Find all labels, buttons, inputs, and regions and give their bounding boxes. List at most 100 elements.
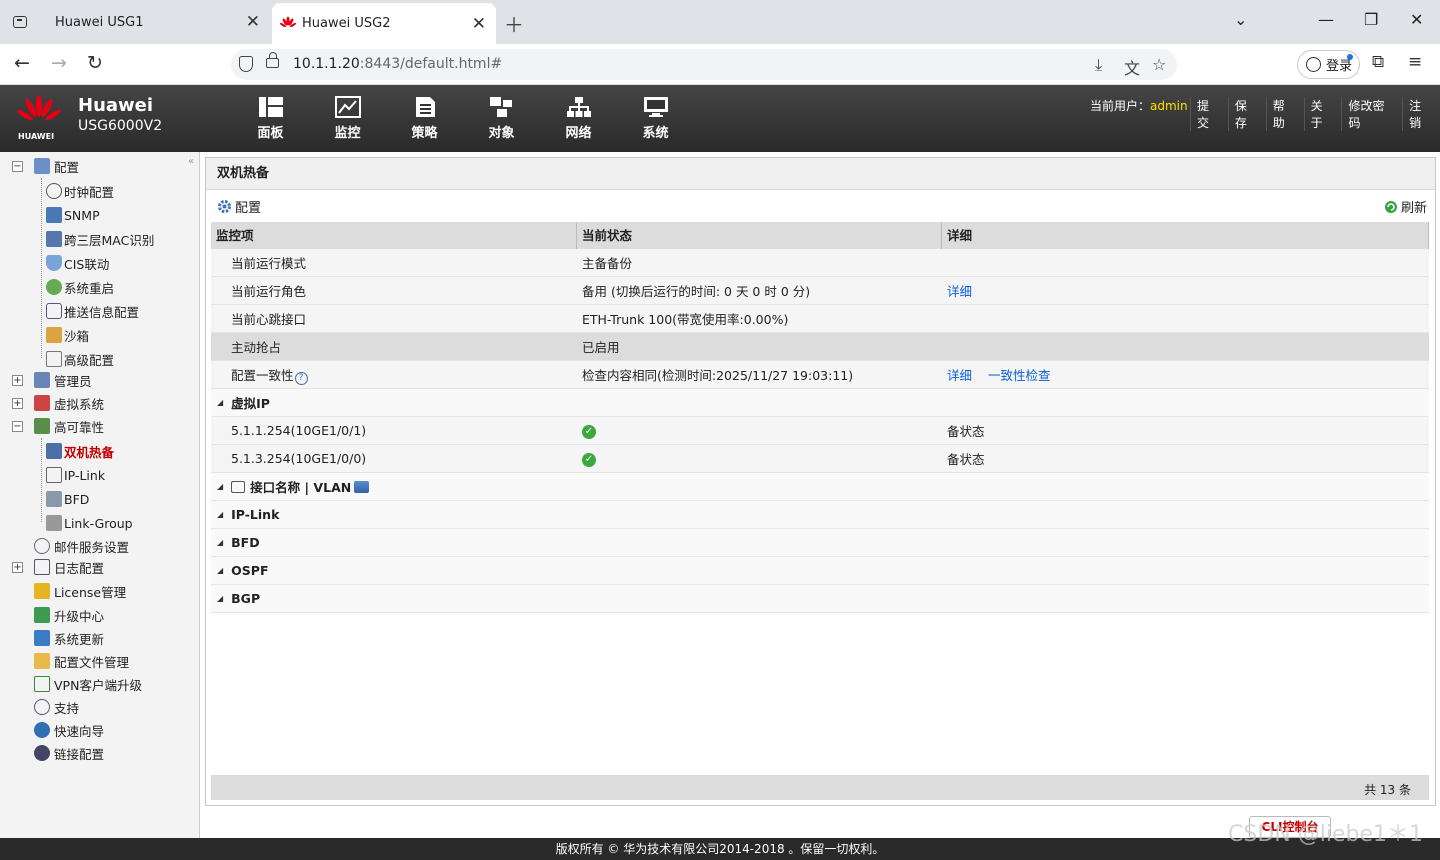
sidebar-item-mac-identify[interactable]: 跨三层MAC识别: [46, 228, 154, 250]
lock-icon[interactable]: [266, 52, 279, 68]
expand-vsys-toggle[interactable]: +: [12, 398, 23, 409]
sidebar-item-ip-link[interactable]: IP-Link: [46, 464, 105, 486]
logout-link[interactable]: 注销: [1402, 97, 1440, 131]
collapse-config-toggle[interactable]: −: [12, 161, 23, 172]
save-link[interactable]: 保存: [1227, 97, 1266, 131]
menu-icon[interactable]: ≡: [1408, 52, 1422, 72]
nav-system[interactable]: 系统: [617, 85, 694, 152]
sidebar-item-quick-wizard[interactable]: 快速向导: [34, 719, 104, 741]
refresh-button[interactable]: 刷新: [1384, 197, 1427, 216]
license-key-icon: [34, 583, 50, 599]
group-ospf[interactable]: ◢ OSPF: [211, 557, 1429, 585]
sidebar-item-config-files[interactable]: 配置文件管理: [34, 650, 129, 672]
vpn-client-icon: [34, 676, 50, 692]
collapse-ha-toggle[interactable]: −: [12, 421, 23, 432]
role-detail-link[interactable]: 详细: [947, 284, 972, 299]
favorite-star-icon[interactable]: ☆: [1152, 55, 1166, 74]
upgrade-center-icon: [34, 607, 50, 623]
close-window-icon[interactable]: ✕: [1410, 10, 1423, 29]
consistency-detail-link[interactable]: 详细: [947, 368, 972, 383]
group-ip-link[interactable]: ◢ IP-Link: [211, 501, 1429, 529]
sidebar-item-vpn-client[interactable]: VPN客户端升级: [34, 673, 142, 695]
sidebar-item-clock[interactable]: 时钟配置: [46, 180, 114, 202]
sidebar-item-cis[interactable]: CIS联动: [46, 252, 109, 274]
column-header[interactable]: 详细: [942, 222, 1429, 249]
browser-tab-usg2[interactable]: Huawei USG2 ✕: [272, 3, 496, 44]
help-link[interactable]: 帮助: [1265, 97, 1304, 131]
sidebar-item-advanced[interactable]: 高级配置: [46, 348, 114, 370]
quick-wizard-globe-icon: [34, 722, 50, 738]
nav-dashboard[interactable]: 面板: [232, 85, 309, 152]
copyright-bar: 版权所有 © 华为技术有限公司2014-2018 。保留一切权利。: [0, 838, 1440, 860]
tab-list-chevron-icon[interactable]: ⌄: [1234, 10, 1247, 29]
browser-tab-usg1[interactable]: Huawei USG1 ✕: [44, 0, 270, 44]
nav-network[interactable]: 网络: [540, 85, 617, 152]
sidebar-item-system-update[interactable]: 系统更新: [34, 627, 104, 649]
submit-link[interactable]: 提交: [1190, 97, 1228, 131]
sidebar-item-log[interactable]: 日志配置: [34, 556, 104, 578]
clock-icon: [46, 183, 62, 199]
consistency-check-link[interactable]: 一致性检查: [988, 368, 1051, 383]
sidebar-item-snmp[interactable]: SNMP: [46, 204, 100, 226]
back-arrow-icon[interactable]: ←: [14, 52, 30, 74]
group-bgp[interactable]: ◢ BGP: [211, 585, 1429, 613]
expand-admin-toggle[interactable]: +: [12, 375, 23, 386]
change-password-link[interactable]: 修改密码: [1341, 97, 1402, 131]
close-tab-icon[interactable]: ✕: [472, 14, 486, 34]
column-header[interactable]: 当前状态: [577, 222, 942, 249]
collapse-triangle-icon[interactable]: ◢: [217, 538, 223, 547]
group-bfd[interactable]: ◢ BFD: [211, 529, 1429, 557]
collapse-triangle-icon[interactable]: ◢: [217, 398, 223, 407]
group-interface-vlan[interactable]: ◢ 接口名称 | VLAN: [211, 473, 1429, 501]
group-virtual-ip[interactable]: ◢ 虚拟IP: [211, 389, 1429, 417]
sidebar-item-bfd[interactable]: BFD: [46, 488, 89, 510]
collapse-triangle-icon[interactable]: ◢: [217, 510, 223, 519]
collapse-triangle-icon[interactable]: ◢: [217, 482, 223, 491]
nav-monitor[interactable]: 监控: [309, 85, 386, 152]
sidebar-item-support[interactable]: 支持: [34, 696, 79, 718]
about-link[interactable]: 关于: [1303, 97, 1342, 131]
config-button[interactable]: 配置: [217, 197, 261, 216]
column-header[interactable]: 监控项: [211, 222, 577, 249]
new-tab-icon[interactable]: ＋: [504, 9, 524, 38]
minimize-icon[interactable]: —: [1318, 10, 1334, 29]
sidebar-item-hot-standby[interactable]: 双机热备: [46, 440, 114, 462]
install-app-icon[interactable]: ⤓: [1095, 55, 1102, 75]
sidebar-item-admin[interactable]: 管理员: [34, 369, 92, 391]
tab-title: Huawei USG2: [302, 16, 391, 31]
high-availability-icon: [34, 418, 50, 434]
network-icon: [566, 96, 592, 118]
forward-arrow-icon[interactable]: →: [51, 52, 67, 74]
nav-policy[interactable]: 策略: [386, 85, 463, 152]
sidebar-item-push-info[interactable]: 推送信息配置: [46, 300, 139, 322]
close-tab-icon[interactable]: ✕: [246, 12, 260, 32]
collapse-sidebar-icon[interactable]: «: [188, 156, 194, 167]
collapse-triangle-icon[interactable]: ◢: [217, 594, 223, 603]
sidebar-item-mail[interactable]: 邮件服务设置: [34, 535, 129, 557]
sidebar-item-config[interactable]: 配置: [34, 155, 79, 177]
sidebar-item-reboot[interactable]: 系统重启: [46, 276, 114, 298]
sidebar-item-link-config[interactable]: 链接配置: [34, 742, 104, 764]
cli-console-button[interactable]: CLI控制台: [1249, 816, 1331, 838]
sidebar-item-upgrade-center[interactable]: 升级中心: [34, 604, 104, 626]
url-field[interactable]: 10.1.1.20:8443/default.html# ⤓ 文 ☆: [231, 49, 1177, 80]
profile-login-button[interactable]: 登录: [1297, 50, 1360, 79]
maximize-icon[interactable]: ❐: [1364, 10, 1378, 29]
collapse-triangle-icon[interactable]: ◢: [217, 566, 223, 575]
shield-icon[interactable]: [239, 56, 253, 72]
sidebar-item-license[interactable]: License管理: [34, 580, 126, 602]
expand-log-toggle[interactable]: +: [12, 562, 23, 573]
interface-icon: [231, 480, 246, 493]
sidebar-item-vsys[interactable]: 虚拟系统: [34, 392, 104, 414]
extensions-icon[interactable]: ⧉: [1372, 52, 1384, 72]
tab-search-icon[interactable]: [8, 10, 32, 34]
table-row: 5.1.3.254(10GE1/0/0) ✓ 备状态: [211, 445, 1429, 473]
help-question-icon[interactable]: ?: [294, 371, 308, 385]
sidebar-item-sandbox[interactable]: 沙箱: [46, 324, 89, 346]
sidebar-item-link-group[interactable]: Link-Group: [46, 512, 133, 534]
translate-icon[interactable]: 文: [1124, 55, 1140, 79]
url-text[interactable]: 10.1.1.20:8443/default.html#: [293, 56, 502, 72]
sidebar-item-ha[interactable]: 高可靠性: [34, 415, 104, 437]
nav-object[interactable]: 对象: [463, 85, 540, 152]
reload-icon[interactable]: ↻: [87, 52, 103, 74]
